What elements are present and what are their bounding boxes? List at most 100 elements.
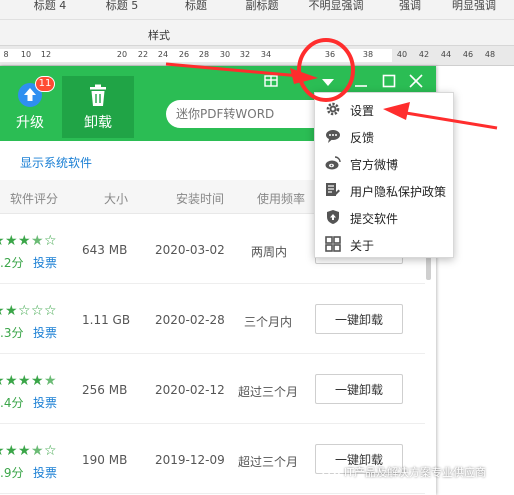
usage-frequency-cell: 两周内 (251, 245, 288, 259)
style-subtitle[interactable]: 副标题 (246, 0, 279, 18)
menu-item-feedback[interactable]: 反馈 (315, 123, 453, 150)
weibo-icon (325, 155, 341, 171)
close-icon[interactable] (407, 74, 425, 92)
install-date-cell: 2020-02-12 (155, 383, 225, 397)
one-click-uninstall-button[interactable]: 一键卸载 (315, 374, 403, 404)
ribbon-group-bar: 样式 (0, 20, 514, 46)
style-emphasis[interactable]: 强调 (399, 0, 421, 18)
col-rating[interactable]: 软件评分 (10, 190, 58, 207)
ruler-label: 34 (260, 50, 272, 59)
menu-label-submit-software: 提交软件 (350, 212, 399, 226)
star-rating: ★★★★☆ (0, 444, 70, 458)
watermark-text: IT产品及解决方案专业供应商 (344, 466, 486, 479)
ruler-label: 36 (324, 50, 336, 59)
install-date-cell: 2020-03-02 (155, 243, 225, 257)
col-usage-frequency[interactable]: 使用频率 (257, 190, 305, 207)
ruler-label: 48 (484, 50, 496, 59)
usage-frequency-cell: 超过三个月 (238, 455, 299, 469)
star-filled-icon: ★ (5, 373, 18, 389)
table-row[interactable]: ★★★★☆.9分投票190 MB2019-12-09超过三个月一键卸载 (0, 424, 425, 494)
ruler-label: 26 (178, 50, 190, 59)
rating-score: .9分 (0, 466, 24, 480)
minimize-icon[interactable] (352, 74, 370, 92)
style-subtle-emphasis[interactable]: 不明显强调 (309, 0, 364, 18)
search-input[interactable] (166, 100, 336, 128)
star-rating: ★★★★★ (0, 374, 70, 388)
rating-score: .4分 (0, 396, 24, 410)
star-empty-icon: ☆ (31, 303, 44, 319)
gear-icon (325, 101, 341, 117)
list-scrollbar[interactable] (426, 256, 431, 280)
one-click-uninstall-button[interactable]: 一键卸载 (315, 304, 403, 334)
chat-bubble-icon (325, 128, 341, 144)
star-filled-icon: ★ (18, 373, 31, 389)
ruler-label: 44 (440, 50, 452, 59)
ruler-label: 12 (40, 50, 52, 59)
star-rating: ★★★★☆ (0, 234, 70, 248)
trash-icon (85, 82, 111, 108)
document-edit-icon (325, 182, 341, 198)
size-cell: 1.11 GB (82, 313, 131, 327)
install-date-cell: 2019-12-09 (155, 453, 225, 467)
update-count-badge: 11 (35, 76, 55, 92)
ruler-label: 42 (418, 50, 430, 59)
ribbon-styles-gallery: 标题 4 标题 5 标题 副标题 不明显强调 强调 明显强调 (0, 0, 514, 20)
ruler-label: 30 (219, 50, 231, 59)
vote-link[interactable]: 投票 (33, 324, 57, 341)
rating-score: .3分 (0, 326, 24, 340)
menu-dropdown-button[interactable] (316, 70, 340, 94)
ruler-label: 22 (137, 50, 149, 59)
star-half-icon: ★ (31, 233, 44, 249)
ruler-label: 28 (198, 50, 210, 59)
menu-item-weibo[interactable]: 官方微博 (315, 150, 453, 177)
upgrade-icon: 11 (17, 76, 55, 108)
style-heading-4[interactable]: 标题 4 (34, 0, 67, 18)
menu-label-weibo: 官方微博 (350, 158, 399, 172)
ruler-label: 40 (396, 50, 408, 59)
star-half-icon: ★ (44, 373, 57, 389)
usage-frequency-cell: 三个月内 (244, 315, 293, 329)
menu-item-privacy-policy[interactable]: 用户隐私保护政策 (315, 177, 453, 204)
skin-icon[interactable] (262, 74, 280, 92)
star-half-icon: ★ (31, 443, 44, 459)
menu-item-about[interactable]: 关于 (315, 231, 453, 258)
star-rating: ★★☆☆☆ (0, 304, 70, 318)
menu-item-settings[interactable]: 设置 (315, 96, 453, 123)
size-cell: 190 MB (82, 453, 128, 467)
menu-label-about: 关于 (350, 239, 375, 253)
size-cell: 256 MB (82, 383, 128, 397)
ruler-label: 32 (239, 50, 251, 59)
ruler-label: 38 (362, 50, 374, 59)
vote-link[interactable]: 投票 (33, 254, 57, 271)
horizontal-ruler[interactable]: 8 10 12 20 22 24 26 28 30 32 34 36 38 40… (0, 46, 514, 66)
tab-upgrade-label: 升级 (16, 115, 44, 131)
style-intense-emphasis[interactable]: 明显强调 (452, 0, 496, 18)
star-filled-icon: ★ (5, 443, 18, 459)
star-filled-icon: ★ (18, 443, 31, 459)
star-filled-icon: ★ (0, 444, 5, 458)
ruler-label: 24 (157, 50, 169, 59)
star-empty-icon: ☆ (44, 303, 57, 319)
vote-link[interactable]: 投票 (33, 464, 57, 481)
menu-item-submit-software[interactable]: 提交软件 (315, 204, 453, 231)
maximize-icon[interactable] (380, 74, 398, 92)
tab-uninstall[interactable]: 卸载 (62, 76, 134, 138)
show-system-software-link[interactable]: 显示系统软件 (20, 154, 92, 171)
ruler-label: 8 (3, 50, 9, 59)
col-install-date[interactable]: 安装时间 (176, 190, 224, 207)
style-title[interactable]: 标题 (185, 0, 207, 18)
star-empty-icon: ☆ (44, 443, 57, 459)
ruler-label: 46 (462, 50, 474, 59)
style-heading-5[interactable]: 标题 5 (106, 0, 139, 18)
tab-upgrade[interactable]: 11 升级 (0, 76, 60, 138)
star-filled-icon: ★ (0, 234, 5, 248)
star-filled-icon: ★ (5, 303, 18, 319)
col-size[interactable]: 大小 (104, 190, 128, 207)
settings-dropdown-menu: 设置 反馈 官方微博 用户隐私保护政策 提交软件 关于 (314, 92, 454, 258)
table-row[interactable]: ★★☆☆☆.3分投票1.11 GB2020-02-28三个月内一键卸载 (0, 284, 425, 354)
menu-label-settings: 设置 (350, 104, 375, 118)
star-filled-icon: ★ (31, 373, 44, 389)
table-row[interactable]: ★★★★★.4分投票256 MB2020-02-12超过三个月一键卸载 (0, 354, 425, 424)
vote-link[interactable]: 投票 (33, 394, 57, 411)
star-filled-icon: ★ (5, 233, 18, 249)
